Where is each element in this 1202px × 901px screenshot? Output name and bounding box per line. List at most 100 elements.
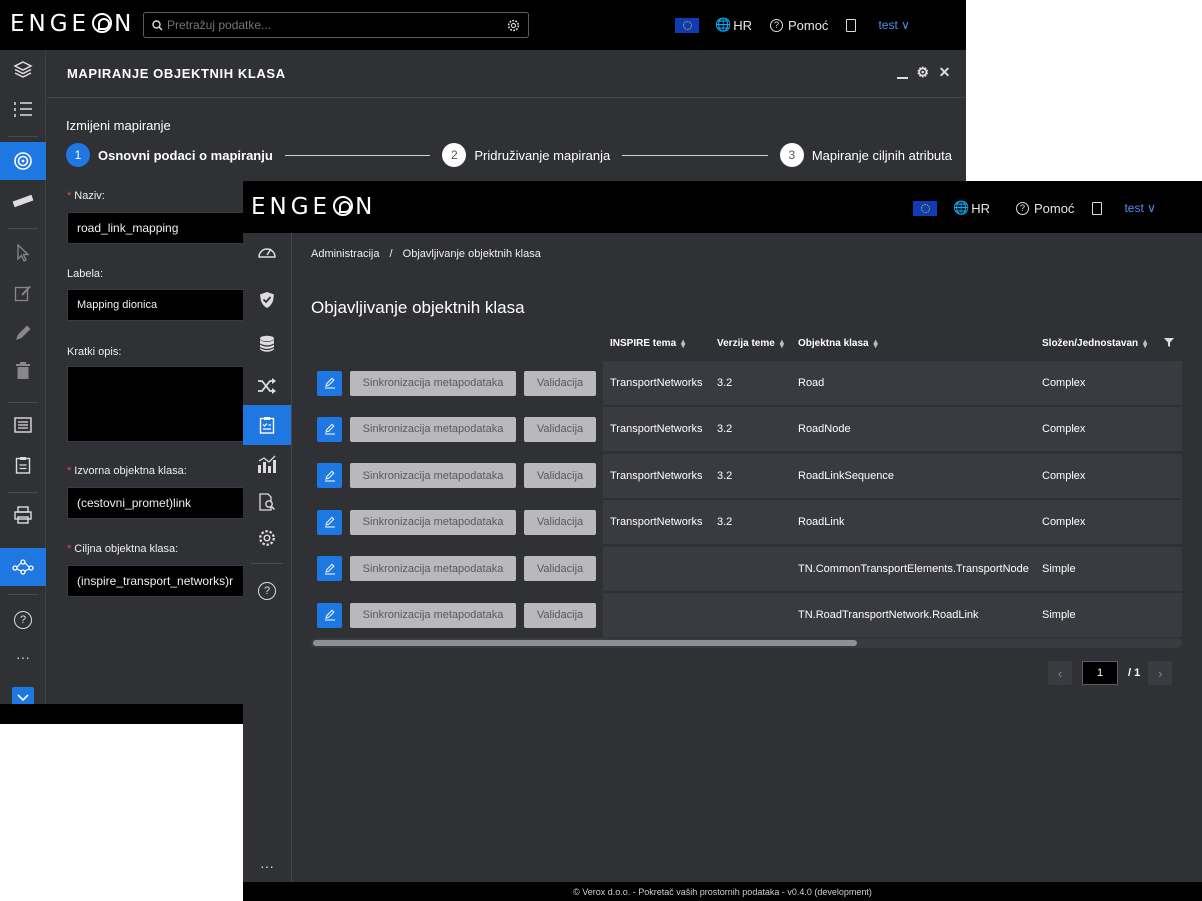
target-icon[interactable] xyxy=(0,142,46,180)
globe-icon[interactable]: 🌐 xyxy=(953,200,969,216)
settings-icon[interactable] xyxy=(507,19,520,32)
breadcrumb-root[interactable]: Administracija xyxy=(311,248,379,260)
ciljna-select[interactable]: (inspire_transport_networks)r xyxy=(67,565,257,597)
pagination: ‹ / 1 › xyxy=(1048,661,1173,685)
chart-icon[interactable] xyxy=(243,445,291,483)
next-page-button[interactable]: › xyxy=(1148,661,1173,685)
mapping-icon[interactable] xyxy=(0,548,46,586)
sync-metadata-button[interactable]: Sinkronizacija metapodataka xyxy=(350,416,516,442)
ruler-icon[interactable] xyxy=(0,182,46,220)
breadcrumb-separator: / xyxy=(389,248,393,260)
user-menu[interactable]: test ∨ xyxy=(1124,201,1155,215)
user-menu[interactable]: test ∨ xyxy=(878,18,909,32)
pencil-icon[interactable] xyxy=(0,314,46,352)
edit-button[interactable] xyxy=(317,602,342,628)
sync-metadata-button[interactable]: Sinkronizacija metapodataka xyxy=(350,463,516,489)
cell-class: RoadLinkSequence xyxy=(798,469,895,482)
shield-icon[interactable] xyxy=(243,281,291,319)
app-logo[interactable]: ENGE N xyxy=(251,194,376,220)
step-1-label[interactable]: Osnovni podaci o mapiranju xyxy=(98,148,273,163)
column-header-theme[interactable]: INSPIRE tema ▴ ▾ xyxy=(610,337,687,349)
language-label[interactable]: HR xyxy=(733,18,752,33)
language-label[interactable]: HR xyxy=(971,201,990,216)
validate-button[interactable]: Validacija xyxy=(524,416,596,442)
help-icon[interactable]: ? xyxy=(769,18,783,32)
horizontal-scrollbar[interactable] xyxy=(311,638,1182,648)
doc-search-icon[interactable] xyxy=(243,483,291,521)
pdf-icon[interactable] xyxy=(846,18,857,32)
trash-icon[interactable] xyxy=(0,352,46,390)
validate-button[interactable]: Validacija xyxy=(524,463,596,489)
more-icon[interactable]: ··· xyxy=(0,638,46,676)
list-icon[interactable] xyxy=(0,90,46,128)
validate-button[interactable]: Validacija xyxy=(524,509,596,535)
column-header-version[interactable]: Verzija teme ▴ ▾ xyxy=(717,337,786,349)
globe-icon[interactable]: 🌐 xyxy=(715,17,731,33)
validate-button[interactable]: Validacija xyxy=(524,370,596,396)
sync-metadata-button[interactable]: Sinkronizacija metapodataka xyxy=(350,509,516,535)
edit-button[interactable] xyxy=(317,509,342,535)
edit-button[interactable] xyxy=(317,556,342,582)
close-icon[interactable]: ✕ xyxy=(939,64,951,81)
sync-metadata-button[interactable]: Sinkronizacija metapodataka xyxy=(350,602,516,628)
cell-version: 3.2 xyxy=(717,469,733,482)
print-icon[interactable] xyxy=(0,496,46,534)
izvorna-select[interactable]: (cestovni_promet)link xyxy=(67,487,257,519)
cursor-icon[interactable] xyxy=(0,234,46,272)
row-actions: Sinkronizacija metapodataka Validacija xyxy=(311,407,603,452)
opis-textarea[interactable] xyxy=(67,366,257,442)
search-input[interactable] xyxy=(167,18,507,32)
edit-button[interactable] xyxy=(317,463,342,489)
search-box[interactable] xyxy=(143,12,529,38)
cell-type: Complex xyxy=(1042,377,1086,389)
edit-icon[interactable] xyxy=(0,274,46,312)
sort-icon[interactable]: ▴ ▾ xyxy=(1143,337,1149,349)
step-3-label[interactable]: Mapiranje ciljnih atributa xyxy=(812,148,952,163)
help-label[interactable]: Pomoć xyxy=(1034,201,1074,216)
help-circle-icon[interactable]: ? xyxy=(0,601,46,639)
clipboard-icon[interactable] xyxy=(0,446,46,484)
page-number-input[interactable] xyxy=(1082,661,1118,685)
column-header-class[interactable]: Objektna klasa ▴ ▾ xyxy=(798,337,880,349)
step-3-number[interactable]: 3 xyxy=(779,143,804,167)
clipboard-icon[interactable] xyxy=(243,405,291,445)
layers-icon[interactable] xyxy=(0,50,46,88)
table-row: Sinkronizacija metapodataka Validacija Tra… xyxy=(311,407,1182,452)
dashboard-icon[interactable] xyxy=(243,233,291,271)
table-row: Sinkronizacija metapodataka Validacija TN.… xyxy=(311,546,1182,591)
filter-icon[interactable] xyxy=(1164,338,1174,347)
table-icon[interactable] xyxy=(0,406,46,444)
minimize-icon[interactable] xyxy=(896,76,908,79)
sort-icon[interactable]: ▴ ▾ xyxy=(780,337,786,349)
column-header-type[interactable]: Složen/Jednostavan ▴ ▾ xyxy=(1042,337,1149,349)
sync-metadata-button[interactable]: Sinkronizacija metapodataka xyxy=(350,556,516,582)
gear-icon[interactable]: ⚙ xyxy=(917,64,930,81)
step-1-number[interactable]: 1 xyxy=(66,143,90,167)
scrollbar-thumb[interactable] xyxy=(313,640,857,646)
app-logo[interactable]: ENGE N xyxy=(10,11,135,37)
eu-flag-icon[interactable] xyxy=(675,17,699,33)
cell-theme: TransportNetworks xyxy=(610,516,703,529)
edit-button[interactable] xyxy=(317,370,342,396)
sort-icon[interactable]: ▴ ▾ xyxy=(681,337,687,349)
pdf-icon[interactable] xyxy=(1092,201,1103,215)
help-icon[interactable]: ? xyxy=(1015,201,1029,215)
shuffle-icon[interactable] xyxy=(243,367,291,405)
labela-field[interactable]: Mapping dionica xyxy=(67,289,257,321)
prev-page-button[interactable]: ‹ xyxy=(1048,661,1072,685)
step-2-number[interactable]: 2 xyxy=(442,143,467,167)
edit-button[interactable] xyxy=(317,416,342,442)
database-icon[interactable] xyxy=(243,325,291,363)
more-icon[interactable]: ··· xyxy=(243,847,291,885)
help-circle-icon[interactable]: ? xyxy=(243,572,291,610)
cell-theme: TransportNetworks xyxy=(610,377,703,389)
sort-icon[interactable]: ▴ ▾ xyxy=(874,337,880,349)
sync-metadata-button[interactable]: Sinkronizacija metapodataka xyxy=(350,370,516,396)
step-2-label[interactable]: Pridruživanje mapiranja xyxy=(474,148,610,163)
naziv-field[interactable]: road_link_mapping xyxy=(67,212,257,244)
validate-button[interactable]: Validacija xyxy=(524,556,596,582)
help-label[interactable]: Pomoć xyxy=(788,18,828,33)
settings-icon[interactable] xyxy=(243,519,291,557)
validate-button[interactable]: Validacija xyxy=(524,602,596,628)
eu-flag-icon[interactable] xyxy=(913,200,937,216)
